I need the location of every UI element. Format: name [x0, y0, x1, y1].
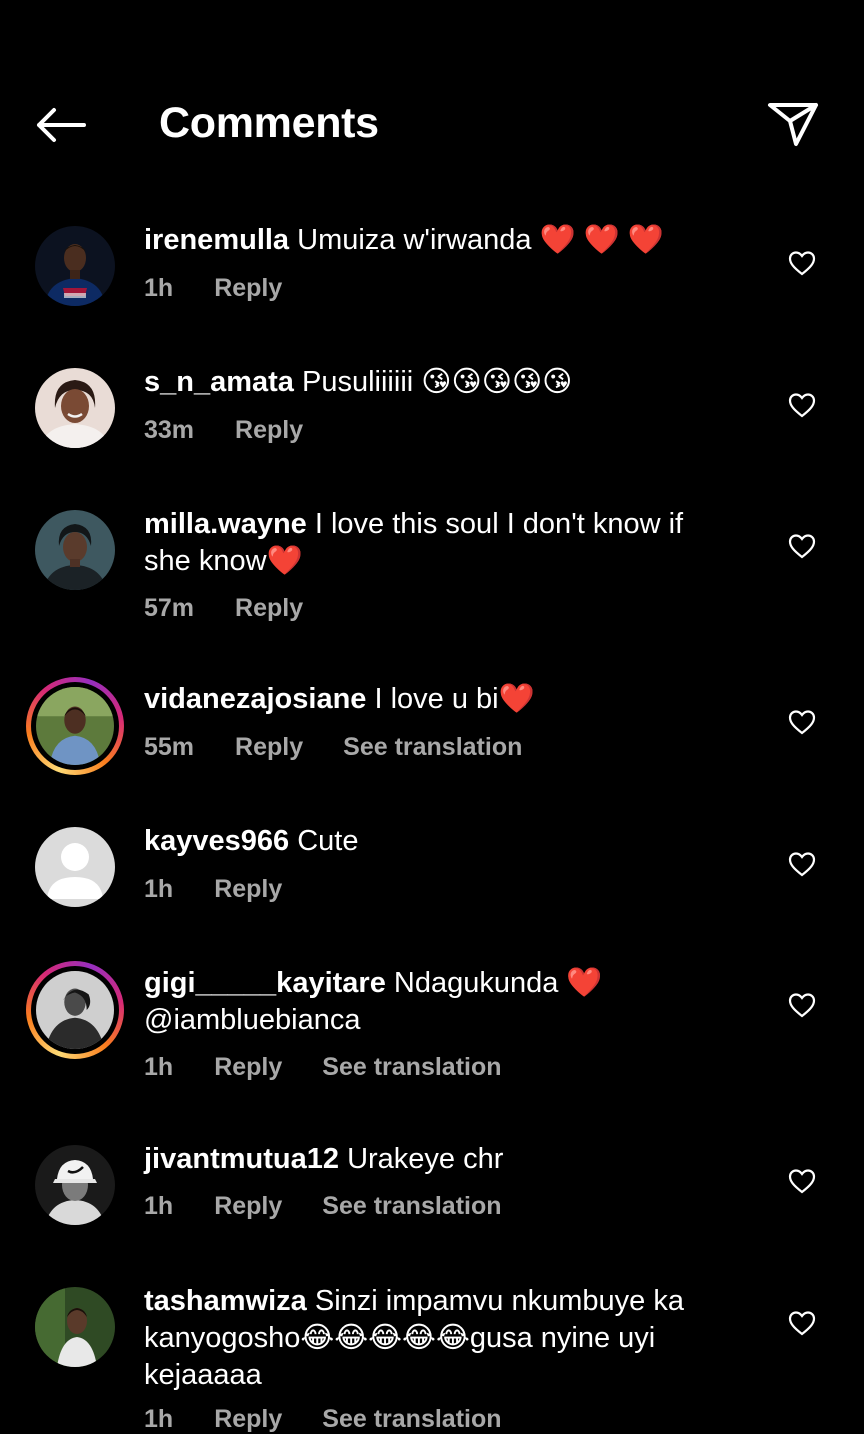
avatar[interactable] [35, 368, 115, 448]
comment-meta: 1h Reply [144, 874, 322, 904]
comment-time: 1h [144, 1053, 174, 1081]
comment-text: gigi_____kayitare Ndagukunda ❤️ @iamblue… [144, 965, 734, 1039]
like-button[interactable] [786, 707, 818, 737]
heart-outline-icon [788, 534, 816, 559]
reply-button[interactable]: Reply [235, 594, 303, 622]
avatar[interactable] [35, 1287, 115, 1367]
comment-time: 57m [144, 594, 195, 622]
see-translation-button[interactable]: See translation [322, 1405, 501, 1433]
comment-text: kayves966 Cute [144, 823, 734, 860]
comment-username[interactable]: tashamwiza [144, 1285, 307, 1317]
comment-text: tashamwiza Sinzi impamvu nkumbuye ka kan… [144, 1283, 734, 1394]
avatar-photo [35, 510, 115, 590]
comment-meta: 57m Reply [144, 593, 343, 623]
reply-button[interactable]: Reply [214, 1192, 282, 1220]
reply-button[interactable]: Reply [214, 875, 282, 903]
comment-content: Umuiza w'irwanda ❤️ ❤️ ❤️ [297, 224, 665, 256]
page-title: Comments [159, 99, 379, 147]
like-button[interactable] [786, 390, 818, 420]
see-translation-button[interactable]: See translation [322, 1053, 501, 1081]
comments-header: Comments [0, 0, 864, 190]
avatar[interactable] [35, 827, 115, 907]
share-button[interactable] [762, 94, 824, 154]
avatar[interactable] [35, 226, 115, 306]
comment-username[interactable]: gigi_____kayitare [144, 967, 386, 999]
like-button[interactable] [786, 248, 818, 278]
avatar[interactable] [26, 677, 124, 775]
comment-meta: 33m Reply [144, 415, 343, 445]
comment-content: I love u bi❤️ [374, 683, 535, 715]
comment-username[interactable]: jivantmutua12 [144, 1143, 339, 1175]
heart-outline-icon [788, 710, 816, 735]
arrow-left-icon [37, 108, 86, 142]
like-button[interactable] [786, 1308, 818, 1338]
comment-meta: 1h Reply See translation [144, 1052, 542, 1082]
comment-username[interactable]: vidanezajosiane [144, 683, 366, 715]
comment-text: jivantmutua12 Urakeye chr [144, 1141, 734, 1178]
comment-time: 1h [144, 1192, 174, 1220]
reply-button[interactable]: Reply [214, 274, 282, 302]
avatar-photo [36, 687, 114, 765]
comment-username[interactable]: kayves966 [144, 825, 289, 857]
comment-time: 1h [144, 875, 174, 903]
comment-username[interactable]: s_n_amata [144, 366, 294, 398]
avatar-photo [35, 827, 115, 907]
comment-content: Urakeye chr [347, 1143, 504, 1175]
comment-text: milla.wayne I love this soul I don't kno… [144, 506, 734, 580]
avatar-photo [35, 368, 115, 448]
avatar[interactable] [26, 961, 124, 1059]
comment-meta: 55m Reply See translation [144, 732, 562, 762]
comment-text: s_n_amata Pusuliiiiii 😘😘😘😘😘 [144, 364, 734, 401]
heart-outline-icon [788, 852, 816, 877]
avatar-photo [35, 226, 115, 306]
like-button[interactable] [786, 849, 818, 879]
heart-outline-icon [788, 393, 816, 418]
like-button[interactable] [786, 990, 818, 1020]
like-button[interactable] [786, 1166, 818, 1196]
reply-button[interactable]: Reply [214, 1405, 282, 1433]
comment-time: 1h [144, 274, 174, 302]
heart-outline-icon [788, 251, 816, 276]
reply-button[interactable]: Reply [235, 416, 303, 444]
avatar-photo [36, 971, 114, 1049]
heart-outline-icon [788, 1311, 816, 1336]
like-button[interactable] [786, 531, 818, 561]
comment-meta: 1h Reply [144, 273, 322, 303]
back-button[interactable] [30, 98, 90, 152]
avatar-photo [35, 1287, 115, 1367]
comment-time: 55m [144, 733, 195, 761]
comment-username[interactable]: irenemulla [144, 224, 289, 256]
see-translation-button[interactable]: See translation [322, 1192, 501, 1220]
comment-meta: 1h Reply See translation [144, 1404, 542, 1434]
avatar[interactable] [35, 1145, 115, 1225]
comment-username[interactable]: milla.wayne [144, 508, 307, 540]
heart-outline-icon [788, 993, 816, 1018]
comment-content: Pusuliiiiii 😘😘😘😘😘 [302, 366, 573, 398]
reply-button[interactable]: Reply [214, 1053, 282, 1081]
avatar[interactable] [35, 510, 115, 590]
see-translation-button[interactable]: See translation [343, 733, 522, 761]
paper-plane-icon [768, 103, 818, 146]
comment-text: irenemulla Umuiza w'irwanda ❤️ ❤️ ❤️ [144, 222, 734, 259]
comment-content: Cute [297, 825, 359, 857]
comment-time: 1h [144, 1405, 174, 1433]
comment-text: vidanezajosiane I love u bi❤️ [144, 681, 734, 718]
heart-outline-icon [788, 1169, 816, 1194]
avatar-photo [35, 1145, 115, 1225]
comment-meta: 1h Reply See translation [144, 1191, 542, 1221]
reply-button[interactable]: Reply [235, 733, 303, 761]
comment-time: 33m [144, 416, 195, 444]
